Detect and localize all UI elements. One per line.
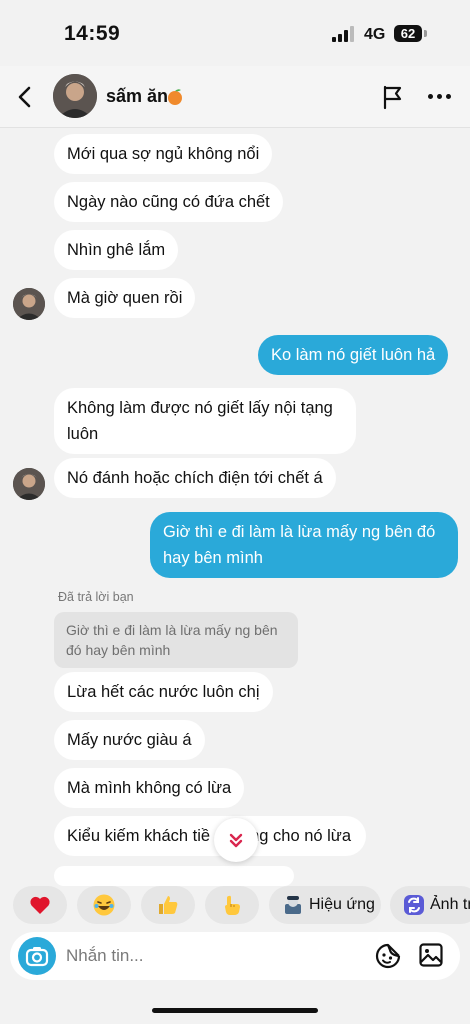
contact-avatar-small[interactable] bbox=[13, 468, 45, 500]
react-laugh-button[interactable] bbox=[77, 886, 131, 924]
back-chevron-icon bbox=[18, 86, 31, 108]
scroll-down-button[interactable] bbox=[214, 818, 258, 862]
camera-button[interactable] bbox=[18, 937, 56, 975]
quick-actions-bar: Hiệu ứng Ảnh tr bbox=[0, 886, 470, 926]
more-icon bbox=[428, 94, 433, 99]
report-button[interactable] bbox=[380, 84, 406, 110]
react-point-button[interactable] bbox=[205, 886, 259, 924]
message-text-part: ng cho nó lừa bbox=[250, 827, 352, 845]
back-button[interactable] bbox=[12, 83, 38, 111]
message-incoming-partial bbox=[54, 866, 294, 886]
message-incoming[interactable]: Mà mình không có lừa bbox=[54, 768, 245, 808]
effects-icon bbox=[285, 896, 301, 914]
effects-label: Hiệu ứng bbox=[309, 896, 375, 913]
flag-icon bbox=[383, 85, 402, 110]
ai-image-icon bbox=[404, 895, 424, 915]
message-text-part: Kiểu kiếm khách tiề bbox=[67, 827, 211, 845]
thumbs-up-emoji bbox=[159, 896, 178, 914]
message-composer bbox=[10, 932, 460, 980]
gallery-button[interactable] bbox=[418, 942, 444, 968]
ai-image-label: Ảnh tr bbox=[430, 896, 470, 913]
battery-tip bbox=[424, 30, 427, 37]
status-time: 14:59 bbox=[64, 22, 121, 45]
double-chevron-down-icon bbox=[229, 833, 243, 848]
camera-icon bbox=[25, 947, 49, 967]
message-incoming[interactable]: Ngày nào cũng có đứa chết bbox=[54, 182, 283, 222]
message-incoming[interactable]: Nó đánh hoặc chích điện tới chết á bbox=[54, 458, 336, 498]
more-button[interactable] bbox=[428, 94, 452, 100]
message-incoming[interactable]: Mà giờ quen rồi bbox=[54, 278, 196, 318]
gallery-icon bbox=[419, 943, 443, 967]
react-thumbs-up-button[interactable] bbox=[141, 886, 195, 924]
contact-avatar[interactable] bbox=[53, 74, 97, 118]
message-input[interactable] bbox=[66, 940, 366, 972]
reply-label: Đã trả lời bạn bbox=[58, 590, 134, 604]
message-outgoing[interactable]: Giờ thì e đi làm là lừa mấy ng bên đó ha… bbox=[150, 512, 458, 578]
contact-avatar-small[interactable] bbox=[13, 288, 45, 320]
pointing-emoji bbox=[225, 895, 240, 915]
sticker-button[interactable] bbox=[374, 942, 402, 970]
effects-button[interactable]: Hiệu ứng bbox=[269, 886, 381, 924]
ai-image-button[interactable]: Ảnh tr bbox=[390, 886, 470, 924]
home-indicator bbox=[152, 1008, 318, 1013]
message-incoming[interactable]: Không làm được nó giết lấy nội tạng luôn bbox=[54, 388, 356, 454]
message-outgoing[interactable]: Ko làm nó giết luôn hả bbox=[258, 335, 449, 375]
chat-header: sấm ăn bbox=[0, 66, 470, 128]
message-incoming[interactable]: Nhìn ghê lắm bbox=[54, 230, 179, 270]
message-incoming[interactable]: Kiểu kiếm khách tiề ng cho nó lừa bbox=[54, 816, 366, 856]
heart-emoji bbox=[30, 896, 50, 914]
laughing-emoji bbox=[93, 894, 115, 916]
message-incoming[interactable]: Mấy nước giàu á bbox=[54, 720, 205, 760]
message-incoming[interactable]: Mới qua sợ ngủ không nổi bbox=[54, 134, 273, 174]
network-type: 4G bbox=[364, 26, 386, 43]
battery-icon: 62 bbox=[394, 25, 422, 42]
react-heart-button[interactable] bbox=[13, 886, 67, 924]
status-bar: 14:59 4G 62 bbox=[0, 0, 470, 66]
message-incoming[interactable]: Lừa hết các nước luôn chị bbox=[54, 672, 273, 712]
quoted-message[interactable]: Giờ thì e đi làm là lừa mấy ng bên đó ha… bbox=[54, 612, 298, 668]
peach-emoji bbox=[168, 89, 182, 105]
sticker-icon bbox=[375, 943, 401, 969]
signal-icon bbox=[332, 26, 356, 42]
contact-name[interactable]: sấm ăn bbox=[106, 86, 168, 107]
